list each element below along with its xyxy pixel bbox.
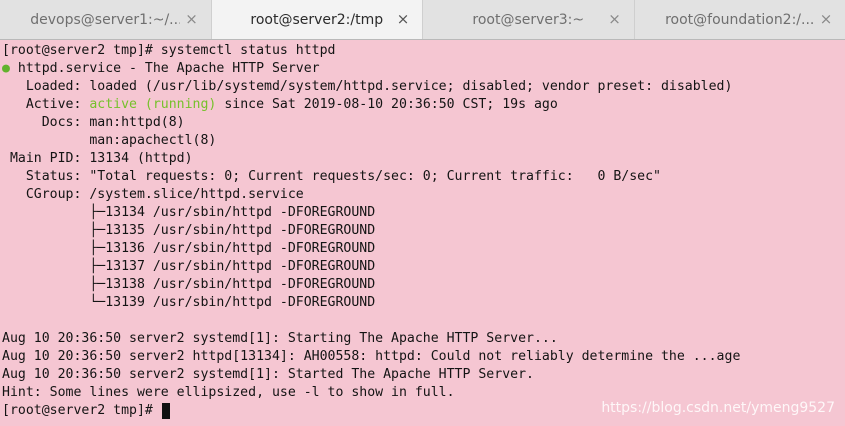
tab-bar: devops@server1:~/... × root@server2:/tmp… [0, 0, 845, 40]
tab-devops-server1[interactable]: devops@server1:~/... × [0, 0, 212, 39]
tab-root-server2[interactable]: root@server2:/tmp × [211, 0, 423, 39]
tab-label: root@server3:~ [472, 11, 585, 28]
terminal-line-process: ├─13134 /usr/sbin/httpd -DFOREGROUND [2, 205, 376, 220]
status-dot-icon: ● [2, 61, 10, 76]
terminal-output[interactable]: [root@server2 tmp]# systemctl status htt… [0, 41, 845, 426]
terminal-line-log: Aug 10 20:36:50 server2 systemd[1]: Star… [2, 331, 558, 346]
terminal-line-process: ├─13136 /usr/sbin/httpd -DFOREGROUND [2, 241, 376, 256]
terminal-line-service: ● httpd.service - The Apache HTTP Server [2, 61, 320, 76]
watermark: https://blog.csdn.net/ymeng9527 [601, 400, 835, 416]
close-icon[interactable]: × [183, 10, 201, 28]
terminal-line-docs-2: man:apachectl(8) [2, 133, 217, 148]
tab-root-foundation2[interactable]: root@foundation2:/... × [635, 0, 845, 39]
terminal-line-log: Aug 10 20:36:50 server2 systemd[1]: Star… [2, 367, 534, 382]
tab-root-server3[interactable]: root@server3:~ × [423, 0, 635, 39]
terminal-line-process: └─13139 /usr/sbin/httpd -DFOREGROUND [2, 295, 376, 310]
terminal-line-main-pid: Main PID: 13134 (httpd) [2, 151, 193, 166]
shell-prompt: [root@server2 tmp]# [2, 403, 161, 418]
tab-label: root@foundation2:/... [665, 11, 815, 28]
terminal-line-process: ├─13138 /usr/sbin/httpd -DFOREGROUND [2, 277, 376, 292]
terminal-line-process: ├─13137 /usr/sbin/httpd -DFOREGROUND [2, 259, 376, 274]
close-icon[interactable]: × [817, 10, 835, 28]
terminal-line-docs: Docs: man:httpd(8) [2, 115, 185, 130]
terminal-line-loaded: Loaded: loaded (/usr/lib/systemd/system/… [2, 79, 733, 94]
tab-label: root@server2:/tmp [250, 11, 384, 28]
active-status-text: active (running) [89, 97, 217, 112]
terminal-line-log: Aug 10 20:36:50 server2 httpd[13134]: AH… [2, 349, 741, 364]
terminal-line-status: Status: "Total requests: 0; Current requ… [2, 169, 661, 184]
close-icon[interactable]: × [606, 10, 624, 28]
terminal-line-process: ├─13135 /usr/sbin/httpd -DFOREGROUND [2, 223, 376, 238]
terminal-line-command: [root@server2 tmp]# systemctl status htt… [2, 43, 336, 58]
terminal-line-active: Active: active (running) since Sat 2019-… [2, 97, 558, 112]
close-icon[interactable]: × [394, 10, 412, 28]
tab-label: devops@server1:~/... [30, 11, 181, 28]
text-cursor [161, 403, 170, 419]
terminal-line-cgroup: CGroup: /system.slice/httpd.service [2, 187, 304, 202]
